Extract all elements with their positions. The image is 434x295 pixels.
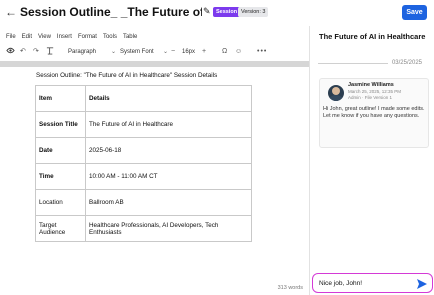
word-count: 313 words [277, 285, 303, 291]
send-icon[interactable] [416, 277, 428, 289]
comment-text: Hi John, great outline! I made some edit… [323, 106, 425, 119]
undo-icon[interactable]: ↶ [20, 46, 26, 58]
editor-toolbar: ↶ ↷ Paragraph ⌄ System Font ⌄ − 16px + Ω… [4, 46, 307, 58]
document-title[interactable]: Session Outline_ _The Future of AI in He… [20, 5, 202, 19]
clear-format-icon[interactable] [46, 46, 55, 60]
block-style-value: Paragraph [68, 49, 97, 55]
table-row: Time 10:00 AM - 11:00 AM CT [35, 163, 252, 190]
document-heading: Session Outline: "The Future of AI in He… [36, 72, 218, 79]
session-badge: Session [213, 7, 241, 17]
table-header-row: Item Details [35, 85, 252, 112]
table-cell: Location [35, 189, 86, 216]
table-cell: Date [35, 137, 86, 164]
table-row: Date 2025-06-18 [35, 137, 252, 164]
session-details-table: Item Details Session Title The Future of… [35, 85, 252, 242]
more-icon[interactable]: ••• [257, 46, 267, 58]
font-family-select[interactable]: System Font ⌄ [120, 47, 168, 57]
comment-author: Jasmine Williams [348, 82, 394, 88]
chevron-down-icon: ⌄ [162, 49, 168, 55]
divider-line [318, 63, 388, 64]
menu-table[interactable]: Table [123, 32, 137, 42]
table-row: Location Ballroom AB [35, 189, 252, 216]
arrow-left-icon[interactable]: ← [5, 5, 17, 19]
panel-title: The Future of AI in Healthcare [319, 32, 426, 41]
menu-insert[interactable]: Insert [57, 32, 72, 42]
avatar [328, 85, 344, 101]
reply-box [312, 273, 433, 293]
comment-card: Jasmine Williams March 25, 2025, 12:35 P… [319, 78, 429, 148]
table-row: Target Audience Healthcare Professionals… [35, 215, 252, 242]
version-badge: Version: 3 [238, 7, 269, 17]
divider-date: 03/25/2025 [391, 60, 422, 66]
table-cell: 10:00 AM - 11:00 AM CT [85, 163, 252, 190]
menu-format[interactable]: Format [78, 32, 97, 42]
table-cell: Target Audience [35, 215, 86, 242]
table-header-cell: Details [85, 85, 252, 112]
table-cell: Session Title [35, 111, 86, 138]
ai-assist-icon[interactable] [6, 46, 15, 60]
omega-icon[interactable]: Ω [222, 46, 227, 58]
date-divider: 03/25/2025 [318, 59, 428, 67]
menu-view[interactable]: View [38, 32, 51, 42]
table-cell: Time [35, 163, 86, 190]
redo-icon[interactable]: ↷ [33, 46, 39, 58]
comment-role: Admin · File Version 1 [348, 95, 393, 100]
comment-timestamp: March 25, 2025, 12:35 PM [348, 89, 402, 94]
menu-bar: File Edit View Insert Format Tools Table [6, 32, 143, 42]
top-bar: ← Session Outline_ _The Future of AI in … [0, 0, 434, 26]
save-button[interactable]: Save [402, 5, 427, 20]
table-row: Session Title The Future of AI in Health… [35, 111, 252, 138]
comments-panel: The Future of AI in Healthcare 03/25/202… [309, 26, 434, 295]
table-header-cell: Item [35, 85, 86, 112]
block-style-select[interactable]: Paragraph ⌄ [68, 47, 116, 57]
table-cell: Ballroom AB [85, 189, 252, 216]
reply-input[interactable] [319, 278, 409, 288]
font-family-value: System Font [120, 49, 154, 55]
decrease-size-icon[interactable]: − [171, 46, 175, 58]
table-cell: Healthcare Professionals, AI Developers,… [85, 215, 252, 242]
table-cell: 2025-06-18 [85, 137, 252, 164]
pencil-icon[interactable]: ✎ [203, 6, 211, 17]
chevron-down-icon: ⌄ [110, 49, 116, 55]
menu-edit[interactable]: Edit [22, 32, 32, 42]
editor: File Edit View Insert Format Tools Table… [0, 28, 309, 295]
emoji-icon[interactable]: ☺ [235, 46, 242, 58]
increase-size-icon[interactable]: + [202, 46, 206, 58]
menu-file[interactable]: File [6, 32, 16, 42]
status-bar: 313 words [0, 283, 309, 295]
menu-tools[interactable]: Tools [103, 32, 117, 42]
font-size-value[interactable]: 16px [182, 47, 198, 57]
table-cell: The Future of AI in Healthcare [85, 111, 252, 138]
